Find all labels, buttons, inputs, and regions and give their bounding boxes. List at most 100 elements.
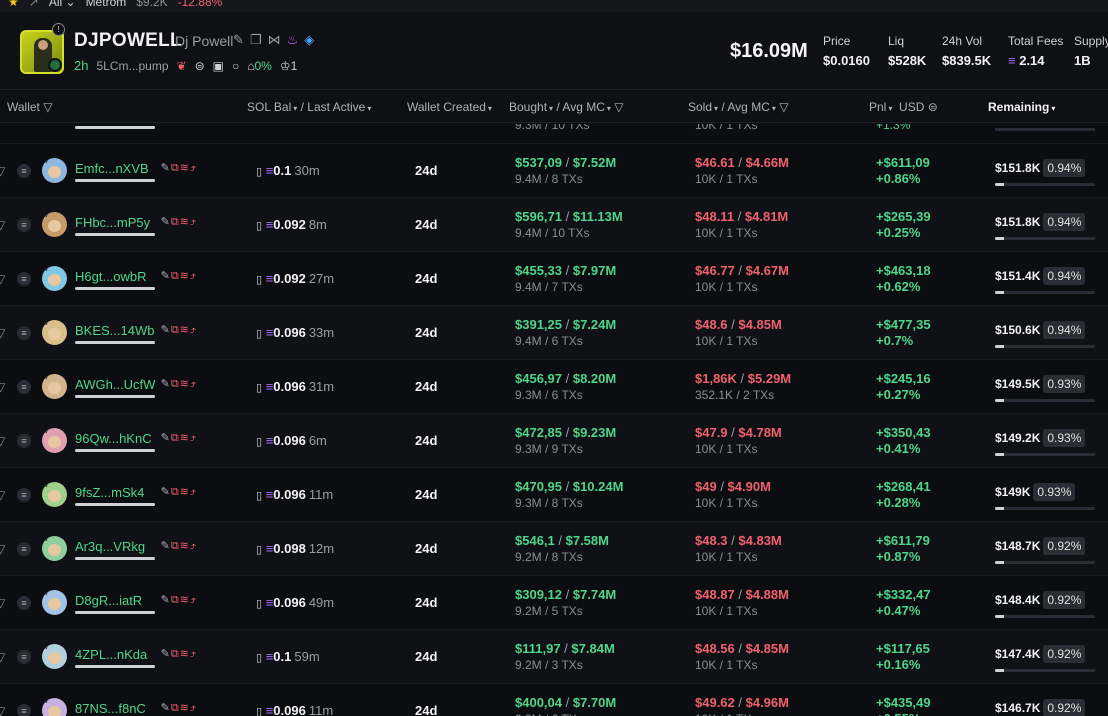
wallet-address[interactable]: 87NS...f8nC xyxy=(75,701,146,716)
share-icon[interactable]: ⋈ xyxy=(268,32,281,48)
edit-icon[interactable]: ✎ xyxy=(161,324,171,336)
copy-icon[interactable]: ⧉ xyxy=(171,162,180,174)
holders-stat[interactable]: ♔1 xyxy=(280,59,297,73)
wallet-avatar[interactable]: lv xyxy=(42,320,67,345)
layers-icon[interactable]: ≋ xyxy=(180,270,190,282)
wallet-address[interactable]: D8gR...iatR xyxy=(75,593,142,608)
table-row[interactable]: ▽ ≡ lv Ar3q...VRkg ✎⧉≋⤴ ▯ ≡0.098 12m 24d … xyxy=(0,522,1108,576)
layers-icon[interactable]: ≋ xyxy=(180,324,190,336)
list-icon[interactable]: ≡ xyxy=(17,164,31,178)
link-icon[interactable]: ⤴ xyxy=(190,702,197,714)
wallet-address[interactable]: 4ZPL...nKda xyxy=(75,647,147,662)
filter-icon[interactable]: ▽ xyxy=(0,326,5,340)
edit-icon[interactable]: ✎ xyxy=(233,32,244,48)
wallet-address[interactable]: 9fsZ...mSk4 xyxy=(75,485,144,500)
edit-icon[interactable]: ✎ xyxy=(161,378,171,390)
link-icon[interactable]: ⤴ xyxy=(190,270,197,282)
wallet-avatar[interactable]: lv xyxy=(42,698,67,716)
copy-icon[interactable]: ❐ xyxy=(250,32,262,48)
wallet-avatar[interactable]: lv xyxy=(42,482,67,507)
layers-icon[interactable]: ≋ xyxy=(180,162,190,174)
table-row[interactable]: ▽ ≡ lv D8gR...iatR ✎⧉≋⤴ ▯ ≡0.096 49m 24d … xyxy=(0,576,1108,630)
filter-icon[interactable]: ▽ xyxy=(0,542,5,556)
filter-icon[interactable]: ▽ xyxy=(0,434,5,448)
copy-icon[interactable]: ⧉ xyxy=(171,378,180,390)
copy-icon[interactable]: ⧉ xyxy=(171,432,180,444)
filter-icon[interactable]: ▽ xyxy=(0,272,5,286)
layers-icon[interactable]: ≋ xyxy=(180,216,190,228)
search-icon[interactable]: ○ xyxy=(232,59,239,73)
header-wallet[interactable]: Wallet ▽ xyxy=(7,100,52,114)
filter-icon[interactable]: ▽ xyxy=(0,596,5,610)
calendar-icon[interactable]: ▣ xyxy=(213,59,224,73)
header-sol-bal[interactable]: SOL Bal ▾ / Last Active ▾ xyxy=(247,100,371,114)
filter-icon[interactable]: ▽ xyxy=(614,100,623,114)
list-icon[interactable]: ≡ xyxy=(17,380,31,394)
link-icon[interactable]: ⤴ xyxy=(190,162,197,174)
filter-icon[interactable]: ▽ xyxy=(0,488,5,502)
filter-icon[interactable]: ▽ xyxy=(43,100,52,114)
layers-icon[interactable]: ≋ xyxy=(180,486,190,498)
token-address[interactable]: 5LCm...pump xyxy=(96,59,168,73)
wallet-avatar[interactable]: lv xyxy=(42,158,67,183)
list-icon[interactable]: ⊜ xyxy=(195,59,205,73)
info-icon[interactable]: ! xyxy=(52,23,65,36)
list-icon[interactable]: ≡ xyxy=(17,650,31,664)
leaf-icon[interactable]: ❦ xyxy=(177,59,187,73)
wallet-address[interactable]: H6gt...owbR xyxy=(75,269,147,284)
table-row[interactable]: ▽ ≡ lv AWGh...UcfW ✎⧉≋⤴ ▯ ≡0.096 31m 24d … xyxy=(0,360,1108,414)
list-icon[interactable]: ≡ xyxy=(17,596,31,610)
table-row[interactable]: ▽ ≡ lv H6gt...owbR ✎⧉≋⤴ ▯ ≡0.092 27m 24d … xyxy=(0,252,1108,306)
copy-icon[interactable]: ⧉ xyxy=(171,486,180,498)
layers-icon[interactable]: ≋ xyxy=(180,702,190,714)
copy-icon[interactable]: ⧉ xyxy=(171,702,180,714)
table-row[interactable]: ▽ ≡ lv FHbc...mP5y ✎⧉≋⤴ ▯ ≡0.092 8m 24d $… xyxy=(0,198,1108,252)
table-row[interactable]: ▽ ≡ lv Emfc...nXVB ✎⧉≋⤴ ▯ ≡0.1 30m 24d $5… xyxy=(0,144,1108,198)
filter-icon[interactable]: ▽ xyxy=(0,380,5,394)
wallet-avatar[interactable]: lv xyxy=(42,428,67,453)
layers-icon[interactable]: ≋ xyxy=(180,540,190,552)
link-icon[interactable]: ⤴ xyxy=(190,486,197,498)
wallet-avatar[interactable]: lv xyxy=(42,536,67,561)
wallet-avatar[interactable]: lv xyxy=(42,266,67,291)
copy-icon[interactable]: ⧉ xyxy=(171,270,180,282)
ticker-name[interactable]: Metrom xyxy=(86,0,127,9)
wallet-address[interactable]: BKES...14Wb xyxy=(75,323,154,338)
filter-icon[interactable]: ▽ xyxy=(0,704,5,716)
edit-icon[interactable]: ✎ xyxy=(161,648,171,660)
edit-icon[interactable]: ✎ xyxy=(161,162,171,174)
table-row[interactable]: ▽ ≡ lv 4ZPL...nKda ✎⧉≋⤴ ▯ ≡0.1 59m 24d $1… xyxy=(0,630,1108,684)
edit-icon[interactable]: ✎ xyxy=(161,594,171,606)
edit-icon[interactable]: ✎ xyxy=(161,270,171,282)
table-row[interactable]: ▽ ≡ lv 96Qw...hKnC ✎⧉≋⤴ ▯ ≡0.096 6m 24d $… xyxy=(0,414,1108,468)
link-icon[interactable]: ⤴ xyxy=(190,378,197,390)
wallet-address[interactable]: 96Qw...hKnC xyxy=(75,431,152,446)
edit-icon[interactable]: ✎ xyxy=(161,702,171,714)
filter-icon[interactable]: ▽ xyxy=(0,164,5,178)
wallet-address[interactable]: FHbc...mP5y xyxy=(75,215,150,230)
table-row[interactable]: ▽ ≡ lv BKES...14Wb ✎⧉≋⤴ ▯ ≡0.096 33m 24d … xyxy=(0,306,1108,360)
link-icon[interactable]: ⤴ xyxy=(190,594,197,606)
wallet-address[interactable]: Ar3q...VRkg xyxy=(75,539,145,554)
list-icon[interactable]: ≡ xyxy=(17,704,31,716)
table-row[interactable]: ▽ ≡ lv 9fsZ...mSk4 ✎⧉≋⤴ ▯ ≡0.096 11m 24d … xyxy=(0,468,1108,522)
header-wallet-created[interactable]: Wallet Created ▾ xyxy=(407,100,492,114)
chart-icon[interactable]: ↗ xyxy=(29,0,39,9)
filter-icon[interactable]: ▽ xyxy=(0,218,5,232)
link-icon[interactable]: ⤴ xyxy=(190,324,197,336)
filter-icon[interactable]: ▽ xyxy=(779,100,788,114)
link-icon[interactable]: ⤴ xyxy=(190,648,197,660)
filter-dropdown[interactable]: All ⌄ xyxy=(49,0,76,9)
header-pnl[interactable]: Pnl ▾ USD ⊜ xyxy=(869,100,938,114)
list-icon[interactable]: ≡ xyxy=(17,218,31,232)
shield-icon[interactable]: ◈ xyxy=(304,32,314,48)
currency-toggle-icon[interactable]: ⊜ xyxy=(928,100,938,114)
wallet-avatar[interactable]: lv xyxy=(42,644,67,669)
layers-icon[interactable]: ≋ xyxy=(180,432,190,444)
header-remaining[interactable]: Remaining ▾ xyxy=(988,100,1055,114)
copy-icon[interactable]: ⧉ xyxy=(171,594,180,606)
wallet-address[interactable]: AWGh...UcfW xyxy=(75,377,155,392)
list-icon[interactable]: ≡ xyxy=(17,488,31,502)
edit-icon[interactable]: ✎ xyxy=(161,540,171,552)
fire-icon[interactable]: ♨ xyxy=(287,32,299,48)
